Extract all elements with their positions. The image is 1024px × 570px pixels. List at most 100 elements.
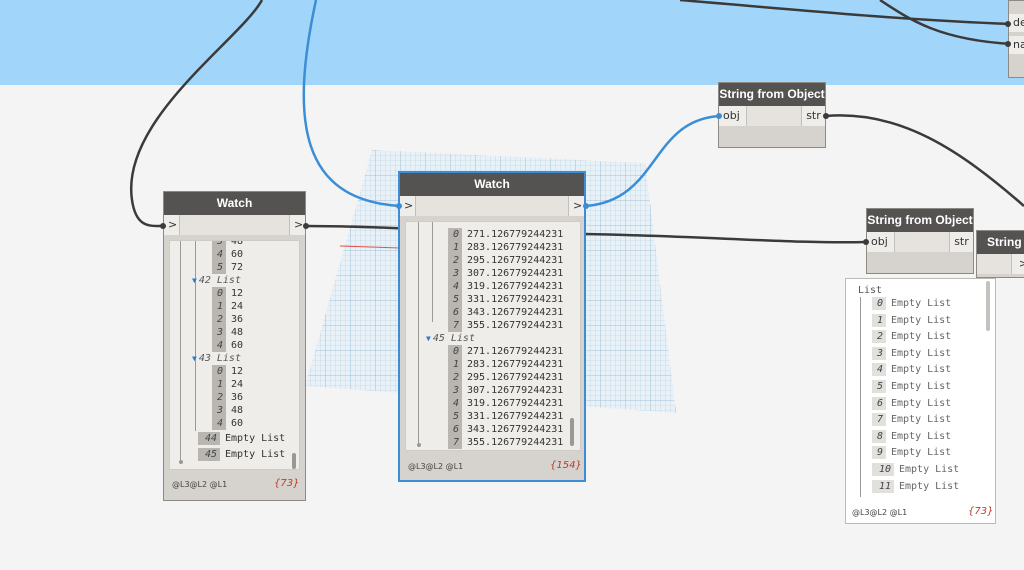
list-item[interactable]: 3 307.126779244231 bbox=[448, 267, 563, 280]
list-item[interactable]: 7 355.126779244231 bbox=[448, 436, 563, 449]
list-item[interactable]: 11 Empty List bbox=[872, 479, 959, 493]
watch-output-area[interactable]: 3 48 4 60 5 72 ▼ 42 List 0 12 1 24 2 36 3 48 4 60 ▼ 43 List… bbox=[169, 240, 300, 470]
list-item[interactable]: 2 Empty List bbox=[872, 330, 952, 344]
list-item[interactable]: 4 60 bbox=[212, 339, 243, 352]
connector-dot bbox=[863, 239, 869, 245]
list-header[interactable]: ▼ 45 List bbox=[426, 332, 475, 345]
scrollbar-thumb[interactable] bbox=[986, 281, 990, 331]
list-item[interactable]: 4 Empty List bbox=[872, 363, 951, 377]
watch-node-center[interactable]: Watch > > 0 271.126779244231 1 283.12677924… bbox=[398, 171, 586, 482]
list-item[interactable]: 4 60 bbox=[212, 248, 243, 261]
scrollbar-thumb[interactable] bbox=[570, 418, 574, 446]
list-item[interactable]: 5 331.126779244231 bbox=[448, 293, 563, 306]
collapse-caret-icon[interactable]: ▼ bbox=[426, 334, 431, 343]
item-index: 4 bbox=[448, 280, 462, 293]
item-value: 48 bbox=[231, 405, 244, 416]
watch-output-area[interactable]: List 0 Empty List 1 Empty List 2 Empty List 3 Em… bbox=[850, 279, 995, 497]
list-item[interactable]: 3 48 bbox=[212, 241, 243, 248]
watch-node-left[interactable]: Watch > > 3 48 4 60 5 72 ▼ 42 List 0 12 1 24 2 36 3 48 4… bbox=[163, 191, 306, 501]
str-output-port[interactable]: str bbox=[801, 106, 825, 126]
list-item[interactable]: 6 343.126779244231 bbox=[448, 306, 563, 319]
list-item[interactable]: 3 48 bbox=[212, 404, 243, 417]
list-item[interactable]: 2 36 bbox=[212, 313, 243, 326]
list-item[interactable]: 7 355.126779244231 bbox=[448, 319, 563, 332]
wire-selected bbox=[585, 114, 721, 208]
list-item[interactable]: 5 Empty List bbox=[872, 380, 951, 393]
node-title: String from Object bbox=[867, 209, 973, 232]
list-header[interactable]: ▼ 42 List bbox=[192, 274, 241, 287]
wire-selected bbox=[302, 0, 401, 208]
list-item[interactable]: 0 12 bbox=[212, 365, 243, 378]
graph-canvas[interactable]: de na String from Object obj str String … bbox=[0, 0, 1024, 570]
list-item[interactable]: 4 319.126779244231 bbox=[448, 280, 563, 293]
tree-line bbox=[418, 222, 419, 444]
list-item[interactable]: 0 271.126779244231 bbox=[448, 228, 563, 241]
list-label: 42 List bbox=[198, 275, 241, 286]
collapse-caret-icon[interactable]: ▼ bbox=[192, 276, 197, 285]
item-index: 2 bbox=[212, 313, 226, 326]
item-index: 7 bbox=[872, 413, 886, 427]
list-item[interactable]: 6 343.126779244231 bbox=[448, 423, 563, 436]
list-item[interactable]: 0 271.126779244231 bbox=[448, 345, 563, 358]
item-index: 3 bbox=[212, 404, 226, 417]
list-item[interactable]: 4 60 bbox=[212, 417, 243, 430]
list-item[interactable]: 5 331.126779244231 bbox=[448, 410, 563, 423]
list-item[interactable]: 45 Empty List bbox=[198, 448, 285, 461]
list-item[interactable]: 2 295.126779244231 bbox=[448, 371, 563, 384]
partial-node-top-right[interactable]: de na bbox=[1008, 0, 1024, 78]
item-index: 1 bbox=[448, 358, 462, 371]
connector-dot bbox=[303, 223, 309, 229]
item-value: Empty List bbox=[225, 433, 286, 444]
node-title: String bbox=[977, 231, 1024, 254]
watch-preview-right[interactable]: List 0 Empty List 1 Empty List 2 Empty List 3 Em… bbox=[845, 278, 996, 524]
list-item[interactable]: 4 319.126779244231 bbox=[448, 397, 563, 410]
string-node-partial[interactable]: String > bbox=[976, 230, 1024, 278]
watch-output-area[interactable]: 0 271.126779244231 1 283.126779244231 2 295.1… bbox=[405, 221, 581, 451]
item-index: 8 bbox=[872, 429, 886, 443]
item-value: Empty List bbox=[891, 331, 952, 343]
wire bbox=[679, 0, 1013, 26]
watch-output-port[interactable]: > bbox=[568, 196, 584, 216]
list-item[interactable]: 9 Empty List bbox=[872, 446, 951, 460]
list-item[interactable]: 2 36 bbox=[212, 391, 243, 404]
obj-input-port[interactable]: obj bbox=[867, 232, 895, 252]
watch-input-port[interactable]: > bbox=[400, 196, 416, 216]
list-item[interactable]: 0 12 bbox=[212, 287, 243, 300]
item-index: 1 bbox=[212, 378, 226, 391]
list-item[interactable]: 5 72 bbox=[212, 261, 243, 274]
list-item[interactable]: 1 24 bbox=[212, 378, 243, 391]
list-item[interactable]: 1 283.126779244231 bbox=[448, 241, 563, 254]
list-item[interactable]: 8 Empty List bbox=[872, 429, 951, 443]
list-item[interactable]: 1 Empty List bbox=[872, 313, 952, 327]
item-value: Empty List bbox=[891, 314, 952, 326]
tree-line bbox=[195, 241, 196, 431]
obj-input-port[interactable]: obj bbox=[719, 106, 747, 126]
input-port[interactable]: de bbox=[1009, 14, 1024, 32]
watch-input-port[interactable]: > bbox=[164, 215, 180, 235]
string-from-object-node[interactable]: String from Object obj str bbox=[718, 82, 826, 148]
input-port[interactable]: na bbox=[1009, 36, 1024, 54]
item-index: 3 bbox=[448, 267, 462, 280]
output-port[interactable]: > bbox=[1011, 254, 1024, 274]
connector-dot bbox=[1005, 21, 1011, 27]
list-item[interactable]: 1 283.126779244231 bbox=[448, 358, 563, 371]
list-label: List bbox=[858, 285, 883, 296]
list-item[interactable]: 2 295.126779244231 bbox=[448, 254, 563, 267]
item-index: 4 bbox=[872, 363, 886, 377]
list-item[interactable]: 0 Empty List bbox=[872, 297, 951, 310]
str-output-port[interactable]: str bbox=[949, 232, 973, 252]
string-from-object-node[interactable]: String from Object obj str bbox=[866, 208, 974, 274]
list-header[interactable]: ▼ 43 List bbox=[192, 352, 241, 365]
list-item[interactable]: 6 Empty List bbox=[872, 396, 951, 410]
item-value: 271.126779244231 bbox=[467, 346, 564, 357]
list-item[interactable]: 3 48 bbox=[212, 326, 243, 339]
list-item[interactable]: 44 Empty List bbox=[198, 432, 285, 445]
collapse-caret-icon[interactable]: ▼ bbox=[192, 354, 197, 363]
list-item[interactable]: 10 Empty List bbox=[872, 463, 959, 476]
list-item[interactable]: 7 Empty List bbox=[872, 413, 951, 427]
list-item[interactable]: 1 24 bbox=[212, 300, 243, 313]
port-row bbox=[164, 215, 305, 235]
list-item[interactable]: 3 Empty List bbox=[872, 346, 951, 360]
scrollbar-thumb[interactable] bbox=[292, 453, 296, 469]
list-item[interactable]: 3 307.126779244231 bbox=[448, 384, 563, 397]
